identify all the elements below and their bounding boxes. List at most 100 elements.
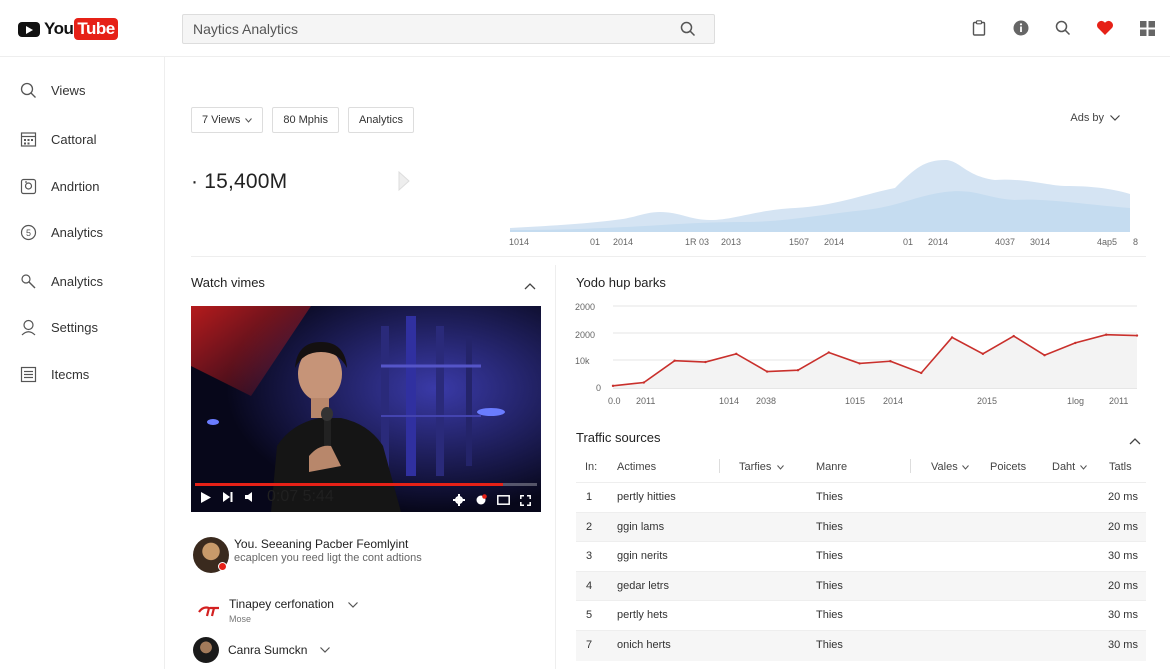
- sidebar-item-cattoral[interactable]: Cattoral: [20, 127, 97, 151]
- data-point[interactable]: [796, 369, 800, 372]
- x-tick: 0.0: [608, 396, 621, 406]
- chevron-down-icon: [1110, 115, 1120, 121]
- avatar: [193, 637, 219, 663]
- sidebar-item-label: Itecms: [51, 366, 90, 382]
- data-point[interactable]: [889, 360, 892, 363]
- quality-icon[interactable]: [475, 494, 487, 506]
- related-item-2[interactable]: Canra Sumckn: [193, 637, 331, 663]
- data-point[interactable]: [1043, 354, 1046, 357]
- col-header-poicets[interactable]: Poicets: [990, 452, 1026, 482]
- search-icon[interactable]: [680, 21, 696, 37]
- data-point[interactable]: [1135, 334, 1139, 337]
- col-header-vales[interactable]: Vales: [931, 452, 969, 482]
- data-point[interactable]: [765, 370, 769, 373]
- settings-icon[interactable]: [453, 494, 465, 506]
- sidebar-item-label: Views: [51, 82, 86, 98]
- total-views-metric: · 15,400M: [191, 170, 287, 194]
- row-manre: Thies: [816, 520, 843, 533]
- col-header-tarfies[interactable]: Tarfies: [739, 452, 785, 482]
- related-item-1[interactable]: Tinapey cerfonation Mose: [198, 597, 358, 624]
- logo-wordmark: You Tube: [44, 18, 118, 40]
- pen-icon: [20, 273, 37, 290]
- x-tick: 4037: [995, 237, 1016, 247]
- table-row[interactable]: 1 pertly hitties Thies 20 ms: [576, 482, 1146, 512]
- svg-text:5: 5: [26, 228, 31, 238]
- views-filter-dropdown[interactable]: 7 Views: [191, 107, 264, 133]
- logo-tube: Tube: [74, 18, 118, 40]
- heart-icon[interactable]: [1096, 19, 1114, 37]
- data-point[interactable]: [611, 384, 615, 388]
- table-row[interactable]: 7 onich herts Thies 30 ms: [576, 629, 1146, 661]
- row-index: 2: [586, 520, 593, 533]
- col-header-manre[interactable]: Manre: [816, 452, 847, 482]
- sidebar-item-analytics[interactable]: 5 Analytics: [20, 220, 103, 244]
- period-filter-button[interactable]: 80 Mphis: [272, 107, 339, 133]
- video-player[interactable]: 0:07 5:44: [191, 306, 541, 512]
- data-point[interactable]: [1104, 333, 1108, 336]
- data-point[interactable]: [981, 352, 985, 356]
- col-header-tatls[interactable]: Tatls: [1109, 452, 1132, 482]
- filter-bar: 7 Views 80 Mphis Analytics: [191, 107, 414, 133]
- table-row[interactable]: 2 ggin lams Thies 20 ms: [576, 511, 1146, 541]
- col-header-daht[interactable]: Daht: [1052, 452, 1088, 482]
- theater-mode-icon[interactable]: [497, 495, 510, 505]
- add-by-label: Ads by: [1070, 112, 1104, 124]
- chevron-up-icon[interactable]: [524, 277, 536, 290]
- sidebar-item-views[interactable]: Views: [20, 78, 85, 102]
- col-header-actimes[interactable]: Actimes: [617, 452, 656, 482]
- x-tick: 2014: [613, 237, 634, 247]
- x-tick: 1R 03: [685, 237, 710, 247]
- sidebar-item-settings[interactable]: Settings: [20, 315, 98, 339]
- data-point[interactable]: [827, 351, 830, 354]
- chevron-up-icon[interactable]: [1129, 432, 1141, 445]
- x-tick: 1log: [1067, 396, 1085, 406]
- next-icon[interactable]: [223, 492, 233, 502]
- youtube-logo[interactable]: You Tube: [18, 18, 118, 40]
- volume-icon[interactable]: [245, 492, 255, 502]
- data-point[interactable]: [735, 352, 738, 356]
- sidebar-item-analytics-2[interactable]: Analytics: [20, 269, 103, 293]
- grid-icon[interactable]: [1138, 19, 1156, 37]
- table-row[interactable]: 4 gedar letrs Thies 20 ms: [576, 570, 1146, 600]
- sidebar-item-andrtion[interactable]: Andrtion: [20, 174, 99, 198]
- sidebar-item-label: Cattoral: [51, 131, 97, 147]
- live-badge-icon: [218, 562, 227, 571]
- x-tick: 2014: [883, 396, 904, 406]
- analytics-filter-button[interactable]: Analytics: [347, 107, 414, 133]
- data-point[interactable]: [1074, 341, 1077, 345]
- chevron-down-icon[interactable]: [320, 647, 331, 653]
- chip-label: 7 Views: [202, 114, 241, 126]
- chevron-down-icon[interactable]: [348, 601, 358, 608]
- sidebar: Views Cattoral Andrtion 5 Analytics Anal…: [0, 57, 165, 669]
- channel-name[interactable]: You. Seeaning Pacber Feomlyint: [234, 537, 408, 551]
- data-point[interactable]: [704, 360, 707, 364]
- data-point[interactable]: [950, 336, 954, 339]
- play-icon[interactable]: [201, 491, 211, 503]
- table-row[interactable]: 3 ggin nerits Thies 30 ms: [576, 541, 1146, 571]
- video-progress-bar[interactable]: [195, 483, 537, 486]
- data-point[interactable]: [673, 359, 676, 362]
- row-name: pertly hets: [617, 609, 668, 621]
- person-icon: [20, 319, 37, 336]
- info-icon[interactable]: [1012, 19, 1030, 37]
- search-input[interactable]: [183, 15, 663, 43]
- logo-you: You: [44, 19, 74, 38]
- row-index: 5: [586, 609, 593, 621]
- fullscreen-icon[interactable]: [520, 494, 531, 506]
- chevron-right-icon[interactable]: [398, 170, 410, 196]
- row-name: onich herts: [617, 638, 671, 651]
- clipboard-icon[interactable]: [970, 19, 988, 37]
- data-point[interactable]: [1012, 334, 1015, 338]
- add-by-dropdown[interactable]: Ads by: [1070, 112, 1120, 124]
- data-point[interactable]: [642, 381, 646, 384]
- col-header-label: Daht: [1052, 461, 1076, 473]
- search-icon[interactable]: [1054, 19, 1072, 37]
- sidebar-item-itecms[interactable]: Itecms: [20, 362, 89, 386]
- sidebar-item-label: Analytics: [51, 273, 104, 289]
- row-name: pertly hitties: [617, 491, 676, 503]
- data-point[interactable]: [920, 371, 923, 375]
- col-header-index[interactable]: In:: [585, 452, 597, 482]
- video-controls-left: 0:07 5:44: [201, 488, 334, 506]
- table-row[interactable]: 5 pertly hets Thies 30 ms: [576, 600, 1146, 630]
- data-point[interactable]: [858, 362, 861, 365]
